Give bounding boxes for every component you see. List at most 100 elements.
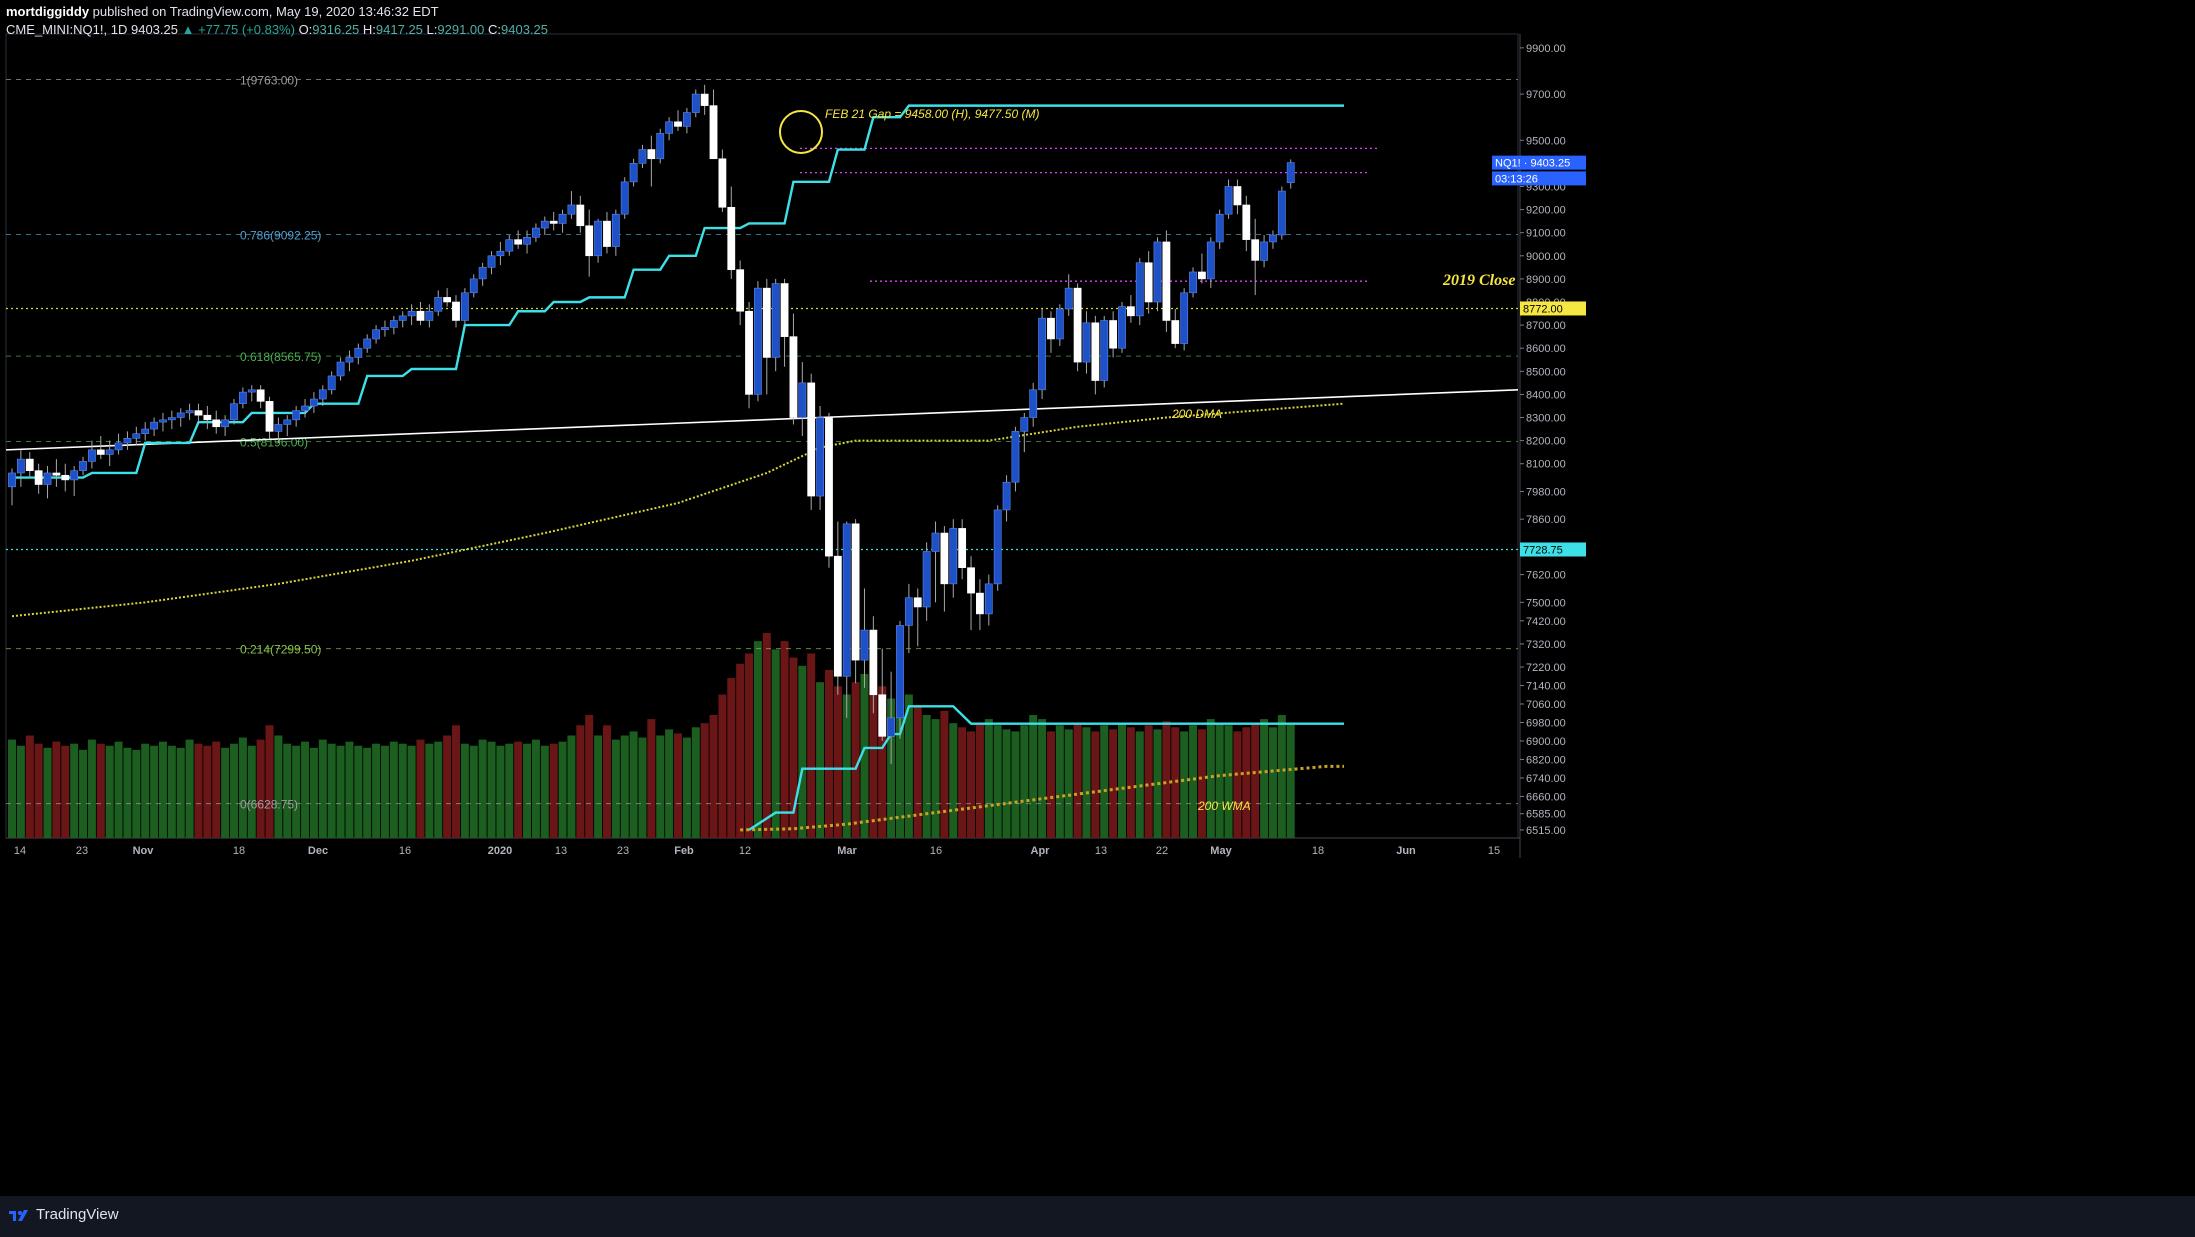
volume-bar (336, 745, 345, 838)
volume-bar (780, 641, 789, 838)
candle (1082, 311, 1091, 374)
candle-body (825, 417, 833, 557)
time-tick-label: Nov (133, 845, 155, 857)
candle-body (1215, 213, 1224, 243)
volume-bar (25, 735, 34, 838)
price-tick-label: 7500.00 (1526, 597, 1566, 609)
candle (70, 466, 79, 497)
volume-bar (505, 743, 514, 838)
candle-body (132, 433, 141, 439)
candle-body (265, 401, 274, 432)
volume-bar (1197, 729, 1206, 838)
volume-bar (389, 741, 398, 838)
candle (567, 191, 576, 219)
candle (52, 459, 61, 487)
candle-body (1189, 271, 1197, 294)
gap-highlight-circle (779, 110, 823, 154)
candle (167, 410, 176, 430)
candle-body (150, 421, 158, 430)
candle (398, 311, 407, 328)
volume-bar (629, 731, 638, 838)
volume-bar (292, 745, 301, 838)
candle (514, 230, 523, 249)
candle (1002, 475, 1011, 522)
volume-bar (79, 749, 88, 838)
candle-body (976, 592, 984, 615)
candle (194, 403, 203, 423)
candle-body (896, 625, 904, 719)
candle-body (123, 438, 132, 444)
price-axis-badge-label: 8772.00 (1523, 303, 1563, 315)
candle (576, 195, 585, 233)
candle (922, 542, 931, 621)
volume-bar (8, 739, 16, 838)
time-tick-label: 14 (14, 845, 26, 857)
candle-body (1135, 262, 1144, 317)
volume-bar (1100, 725, 1109, 838)
symbol-legend: CME_MINI:NQ1!, 1D 9403.25 ▲ +77.75 (+0.8… (6, 22, 548, 37)
volume-bar (1029, 715, 1038, 838)
price-tick-label: 8100.00 (1526, 459, 1566, 471)
candle (1162, 230, 1171, 333)
candle-body (16, 458, 25, 474)
close-label: C: (488, 22, 502, 37)
volume-bar (1171, 727, 1180, 838)
candle-body (212, 419, 221, 428)
volume-bar (478, 739, 487, 838)
candle-body (629, 163, 638, 183)
symbol-name[interactable]: CME_MINI:NQ1!, 1D (6, 22, 127, 37)
volume-bar (718, 694, 727, 838)
gap-annotation: FEB 21 Gap = 9458.00 (H), 9477.50 (M) (825, 107, 1039, 121)
candle (878, 648, 887, 741)
candle-body (949, 528, 958, 585)
candle (336, 357, 345, 381)
candle (105, 440, 114, 467)
tradingview-logo[interactable]: TradingView (8, 1206, 119, 1223)
price-tick-label: 8900.00 (1526, 274, 1566, 286)
candle (558, 209, 567, 233)
candle (967, 556, 975, 631)
candle-body (105, 449, 114, 455)
candle (1224, 179, 1233, 219)
candle-body (301, 405, 309, 411)
candle (709, 89, 718, 160)
volume-bar (931, 719, 940, 838)
high-label: H: (362, 22, 376, 37)
open-value: 9316.25 (312, 22, 360, 37)
candle (1038, 308, 1046, 400)
candle-body (709, 105, 718, 160)
price-chart[interactable]: 1(9763.00) 0.786(9092.25) 0.618(8565.75) 0.… (0, 0, 2195, 1237)
volume-bar (1251, 723, 1260, 838)
candle (238, 387, 247, 409)
candle-body (745, 310, 753, 395)
candle (789, 313, 798, 425)
candle-body (700, 93, 709, 106)
candle (150, 417, 158, 436)
author-name[interactable]: mortdiggiddy (6, 4, 89, 19)
candle-body (372, 329, 380, 340)
candle (691, 89, 700, 118)
candle (79, 456, 87, 476)
footer-bar (0, 1196, 2195, 1237)
volume-bar (602, 725, 611, 838)
candle (904, 583, 913, 654)
candle (203, 405, 212, 430)
price-tick-label: 6515.00 (1526, 825, 1566, 837)
volume-bar (674, 733, 682, 838)
publish-info: mortdiggiddy published on TradingView.co… (6, 4, 439, 19)
candle (8, 468, 16, 506)
candle-body (1055, 308, 1064, 340)
candle-body (718, 158, 727, 208)
volume-bar (1162, 721, 1171, 838)
candle-body (540, 220, 549, 229)
price-tick-label: 8500.00 (1526, 366, 1566, 378)
candle (185, 403, 194, 420)
candle-body (310, 398, 318, 407)
volume-bar (434, 741, 443, 838)
volume-bar (949, 723, 958, 838)
candle (700, 84, 709, 115)
volume-bar (167, 745, 176, 838)
volume-bar (1268, 727, 1277, 838)
candle-body (611, 213, 620, 247)
candle (381, 320, 389, 337)
